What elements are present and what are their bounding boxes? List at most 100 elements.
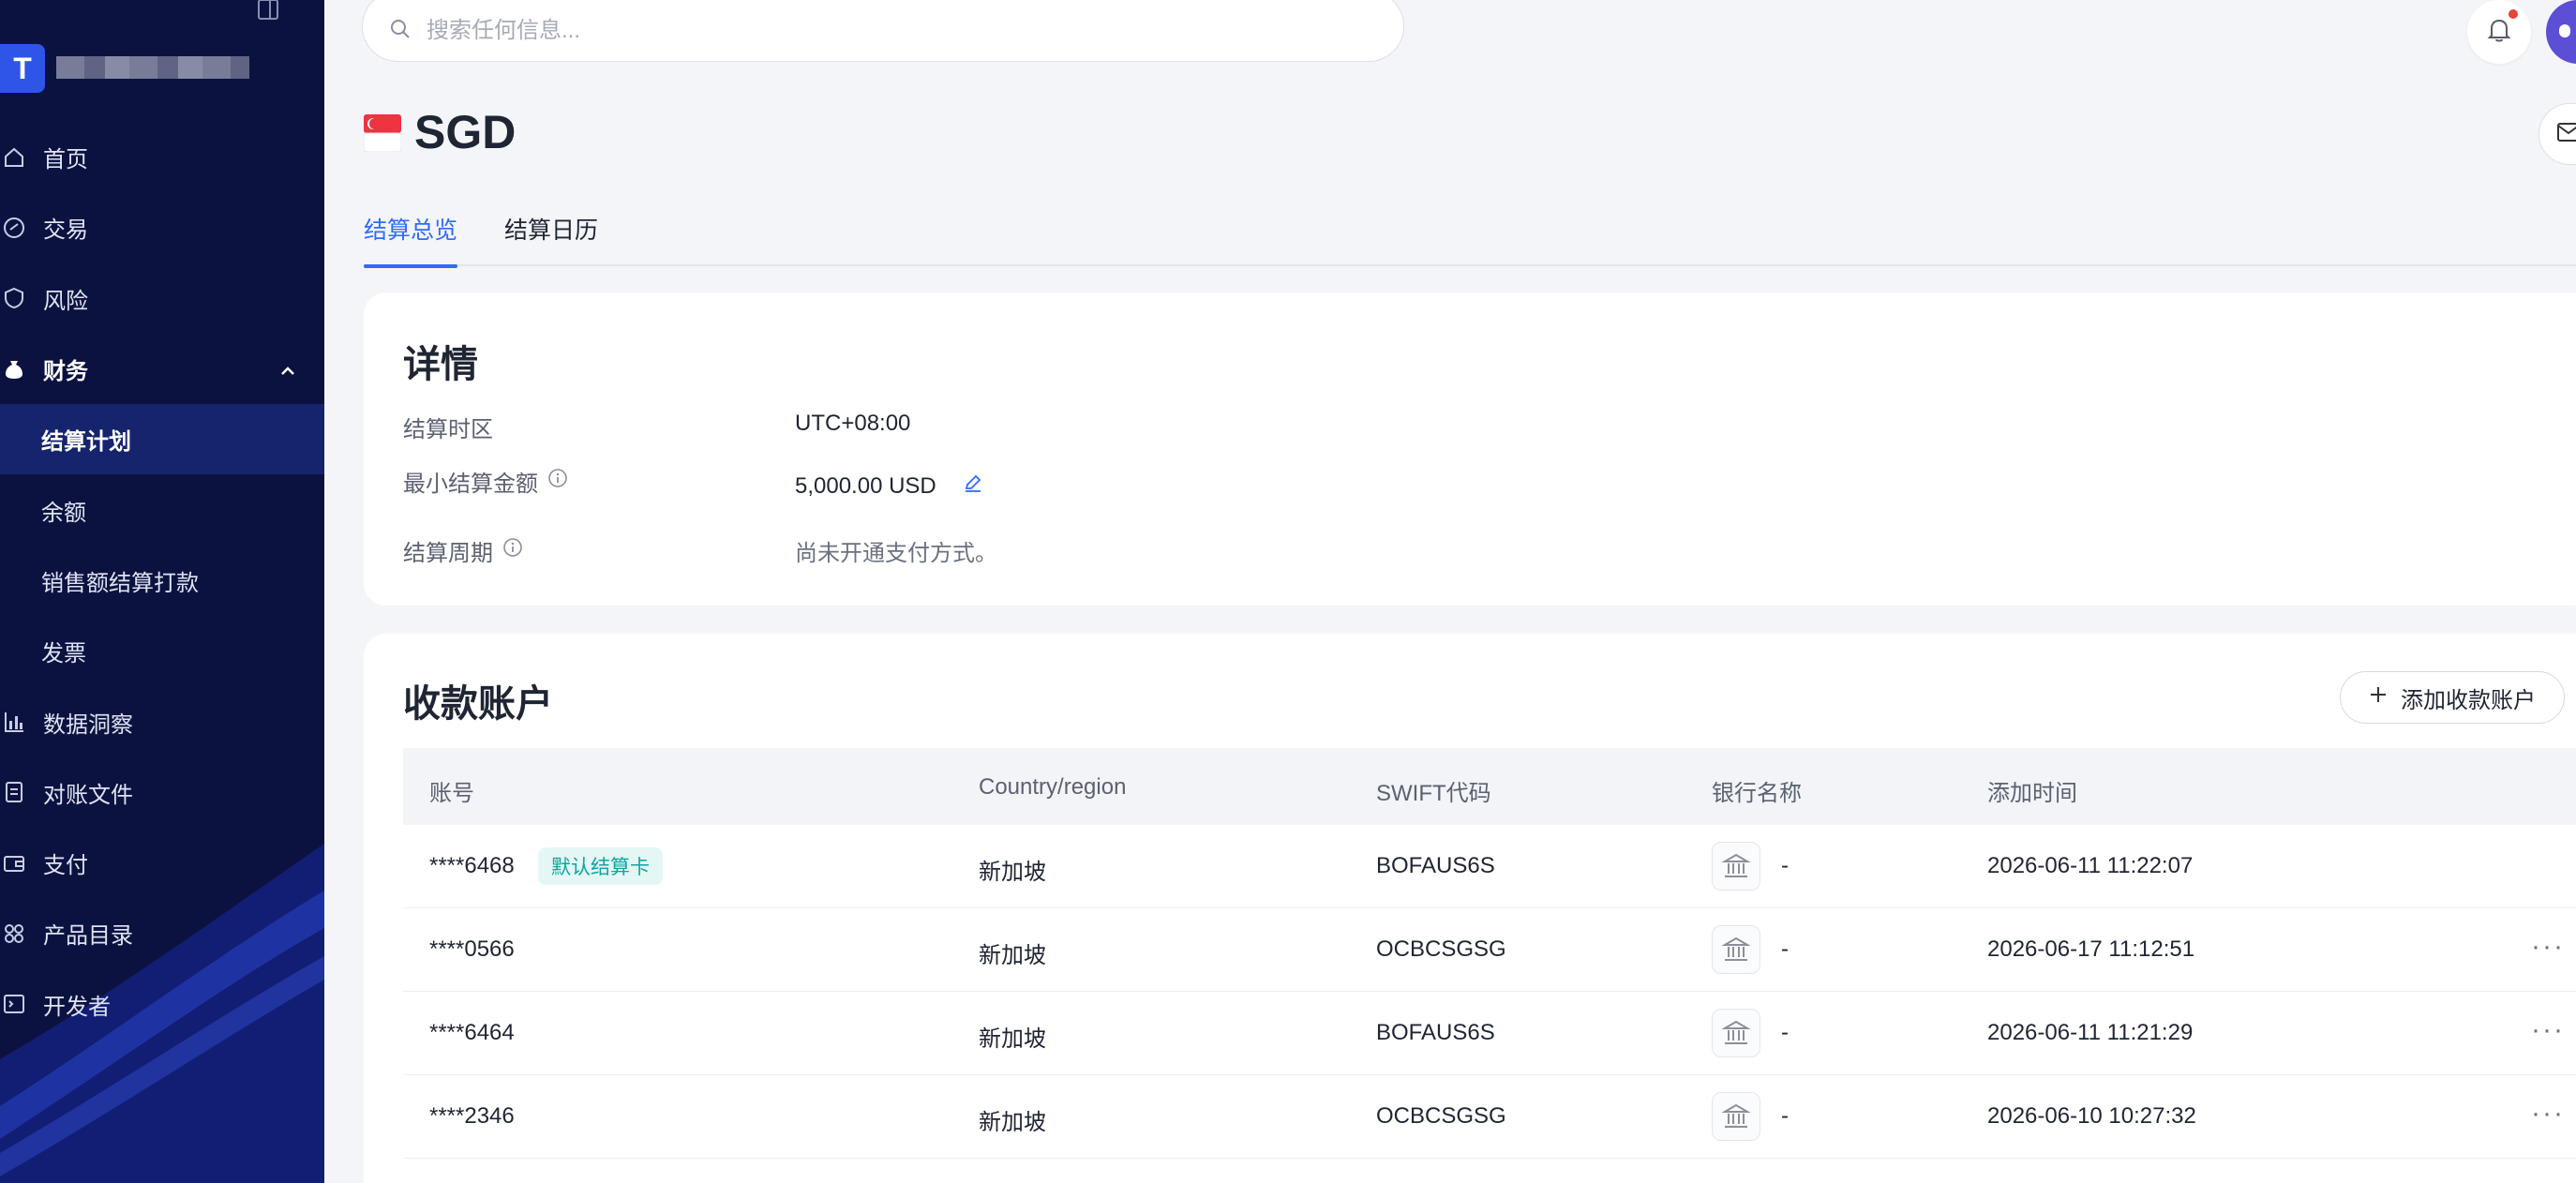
sidebar-item-insights[interactable]: 数据洞察 <box>0 686 324 756</box>
receiving-accounts-card: 收款账户 添加收款账户 账号 Country/region SWIFT代码 银行… <box>364 634 2576 1183</box>
main-content: SGD 结算总览 结算日历 详情 结算时区 UTC+08:00 最小结算金额 5… <box>324 0 2576 1183</box>
sidebar-item-home[interactable]: 首页 <box>0 122 324 192</box>
details-title: 详情 <box>403 344 478 385</box>
label-text: 结算时区 <box>403 417 493 442</box>
tab-label: 结算总览 <box>364 217 458 244</box>
more-actions-icon[interactable]: ··· <box>2531 1016 2565 1044</box>
details-card: 详情 结算时区 UTC+08:00 最小结算金额 5,000.00 USD 结算… <box>364 292 2576 606</box>
sidebar-item-finance[interactable]: 财务 <box>0 334 324 404</box>
edit-icon[interactable] <box>963 472 983 500</box>
column-header-bank: 银行名称 <box>1712 781 1802 806</box>
singapore-flag-icon <box>363 114 402 153</box>
country-cell: 新加坡 <box>979 1110 1046 1135</box>
sidebar-item-label: 数据洞察 <box>43 711 133 738</box>
label-text: 最小结算金额 <box>403 472 538 497</box>
tab-settlement-calendar[interactable]: 结算日历 <box>504 212 598 264</box>
table-row[interactable]: ****2346 新加坡 OCBCSGSG - 2026-06-10 10:27… <box>403 1075 2576 1159</box>
sidebar-item-risk[interactable]: 风险 <box>0 263 324 334</box>
sidebar-item-settlement-plan[interactable]: 结算计划 <box>0 404 324 475</box>
sidebar-item-payments[interactable]: 支付 <box>0 828 324 898</box>
sidebar-item-transactions[interactable]: 交易 <box>0 192 324 262</box>
value-text: 尚未开通支付方式。 <box>795 541 997 566</box>
bank-icon <box>1712 925 1760 974</box>
tab-bar: 结算总览 结算日历 <box>364 212 2576 268</box>
bank-icon <box>1712 842 1760 891</box>
bank-name-cell: - <box>1781 936 1789 962</box>
wallet-icon <box>2 851 26 876</box>
country-cell: 新加坡 <box>979 943 1046 968</box>
avatar-eye <box>2559 24 2570 37</box>
cycle-value: 尚未开通支付方式。 <box>795 534 997 567</box>
shield-icon <box>2 286 26 310</box>
sidebar-item-label: 支付 <box>43 853 88 879</box>
table-row[interactable]: ****0566 新加坡 OCBCSGSG - 2026-06-17 11:12… <box>403 908 2576 992</box>
sidebar-item-reconciliation[interactable]: 对账文件 <box>0 757 324 828</box>
more-actions-icon[interactable]: ··· <box>2531 1100 2565 1128</box>
sidebar-item-catalog[interactable]: 产品目录 <box>0 898 324 968</box>
default-card-badge: 默认结算卡 <box>538 847 663 885</box>
logo-letter: T <box>13 51 32 85</box>
document-icon <box>2 780 26 804</box>
sidebar-item-balance[interactable]: 余额 <box>0 474 324 545</box>
column-header-account: 账号 <box>429 781 474 806</box>
tab-settlement-overview[interactable]: 结算总览 <box>364 212 458 268</box>
info-icon[interactable] <box>502 537 523 564</box>
timezone-value: UTC+08:00 <box>795 411 910 437</box>
sidebar-item-label: 销售额结算打款 <box>41 570 199 596</box>
sidebar-item-label: 首页 <box>43 147 88 173</box>
search-bar[interactable] <box>362 0 1404 62</box>
bank-name-cell: - <box>1781 1020 1789 1045</box>
info-icon[interactable] <box>547 468 568 495</box>
column-header-swift: SWIFT代码 <box>1376 781 1491 806</box>
value-text: UTC+08:00 <box>795 411 911 436</box>
cycle-label: 结算周期 <box>403 534 523 567</box>
added-time-cell: 2026-06-17 11:12:51 <box>1987 936 2195 962</box>
column-header-country: Country/region <box>979 774 1127 800</box>
button-label: 添加收款账户 <box>2401 687 2536 713</box>
timezone-label: 结算时区 <box>403 411 493 443</box>
terminal-icon <box>2 992 26 1016</box>
sidebar-item-label: 结算计划 <box>41 429 131 456</box>
country-cell: 新加坡 <box>979 1026 1046 1052</box>
table-header: 账号 Country/region SWIFT代码 银行名称 添加时间 <box>403 748 2576 825</box>
sidebar-item-developer[interactable]: 开发者 <box>0 969 324 1040</box>
swift-cell: BOFAUS6S <box>1376 1020 1495 1045</box>
swift-cell: OCBCSGSG <box>1376 1103 1506 1129</box>
sidebar-collapse-icon[interactable] <box>255 0 281 22</box>
notifications-button[interactable] <box>2467 0 2531 64</box>
bell-icon <box>2484 15 2514 50</box>
min-amount-value: 5,000.00 USD <box>795 472 983 500</box>
brand-logo[interactable]: T <box>0 44 45 93</box>
table-row[interactable]: ****6468 默认结算卡 新加坡 BOFAUS6S - 2026-06-11… <box>403 825 2576 908</box>
sidebar-item-label: 风险 <box>43 288 88 314</box>
sidebar-item-label: 财务 <box>43 359 88 385</box>
bank-name-cell: - <box>1781 853 1789 878</box>
swift-cell: OCBCSGSG <box>1376 936 1506 962</box>
more-actions-icon[interactable]: ··· <box>2531 933 2565 961</box>
sidebar-item-invoices[interactable]: 发票 <box>0 616 324 686</box>
add-account-button[interactable]: 添加收款账户 <box>2340 671 2565 724</box>
grid-icon <box>2 921 26 946</box>
country-cell: 新加坡 <box>979 860 1046 885</box>
message-button[interactable] <box>2539 103 2576 165</box>
sidebar-item-label: 余额 <box>41 500 86 526</box>
sidebar-item-label: 产品目录 <box>43 923 133 950</box>
search-icon <box>389 18 412 45</box>
money-bag-icon <box>2 357 26 382</box>
user-avatar[interactable] <box>2546 0 2576 64</box>
sidebar-item-label: 对账文件 <box>43 782 133 808</box>
sidebar-item-label: 交易 <box>43 217 88 244</box>
bank-icon <box>1712 1009 1760 1057</box>
account-number: ****6468 <box>429 853 515 878</box>
bar-chart-icon <box>2 710 26 734</box>
page-title: SGD <box>414 106 517 158</box>
search-input[interactable] <box>427 8 1270 44</box>
sidebar-item-sales-settlement[interactable]: 销售额结算打款 <box>0 546 324 616</box>
account-number: ****2346 <box>429 1103 515 1129</box>
plus-icon <box>2369 684 2388 711</box>
min-amount-label: 最小结算金额 <box>403 465 568 498</box>
home-icon <box>2 145 26 170</box>
table-row[interactable]: ****6464 新加坡 BOFAUS6S - 2026-06-11 11:21… <box>403 992 2576 1075</box>
value-text: 5,000.00 USD <box>795 472 936 499</box>
swift-cell: BOFAUS6S <box>1376 853 1495 878</box>
